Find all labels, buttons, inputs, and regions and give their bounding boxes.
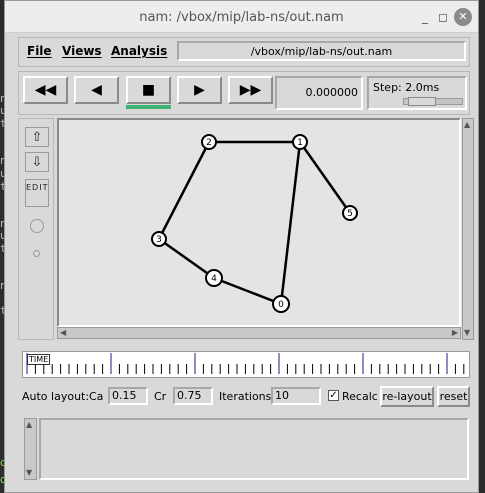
link-1-5 — [298, 141, 352, 214]
menu-file[interactable]: File — [27, 44, 52, 58]
playback-controls: ◀◀ ◀ ■ ▶ ▶▶ 0.000000 Step: 2.0ms — [18, 71, 470, 115]
auto-layout-bar: Auto layout: Ca 0.15 Cr 0.75 Iterations … — [18, 385, 470, 409]
rewind-button[interactable]: ◀◀ — [23, 76, 68, 104]
canvas-horizontal-scrollbar[interactable]: ◀ ▶ — [57, 327, 461, 339]
node-small-icon[interactable] — [33, 250, 40, 257]
auto-layout-label: Auto layout: — [22, 390, 90, 403]
minimize-button[interactable]: _ — [416, 8, 434, 26]
scroll-up-icon[interactable]: ▲ — [464, 120, 470, 130]
link-2-3 — [157, 141, 211, 240]
stop-button[interactable]: ■ — [126, 76, 171, 104]
node-label-1: 1 — [297, 138, 303, 148]
timeline-slider[interactable]: TIME — [22, 351, 470, 378]
scroll-right-icon[interactable]: ▶ — [452, 328, 458, 338]
nam-window: nam: /vbox/mip/lab-ns/out.nam _ ◻ ✕ File… — [4, 0, 479, 493]
title-bar[interactable]: nam: /vbox/mip/lab-ns/out.nam _ ◻ ✕ — [5, 1, 478, 33]
zoom-out-icon[interactable]: ⇩ — [25, 152, 49, 172]
relayout-button[interactable]: re-layout — [380, 386, 434, 407]
node-label-5: 5 — [347, 209, 353, 219]
step-label: Step: 2.0ms — [373, 81, 440, 94]
edit-button[interactable]: EDIT — [25, 179, 49, 207]
scroll-left-icon[interactable]: ◀ — [60, 328, 66, 338]
menu-views[interactable]: Views — [62, 44, 102, 58]
node-label-0: 0 — [278, 300, 284, 310]
play-button[interactable]: ▶ — [177, 76, 222, 104]
network-graph: 0 1 2 3 4 5 — [151, 134, 358, 313]
canvas-vertical-scrollbar[interactable]: ▲ ▼ — [462, 118, 474, 340]
time-display: 0.000000 — [275, 76, 363, 110]
zoom-in-icon[interactable]: ⇧ — [25, 127, 49, 147]
file-path-display: /vbox/mip/lab-ns/out.nam — [177, 41, 466, 61]
menu-bar: File Views Analysis /vbox/mip/lab-ns/out… — [18, 37, 470, 67]
link-4-0 — [213, 276, 282, 306]
stop-active-indicator — [126, 105, 171, 109]
window-title: nam: /vbox/mip/lab-ns/out.nam — [139, 10, 344, 25]
node-label-2: 2 — [206, 138, 212, 148]
tool-panel: ⇧ ⇩ EDIT — [18, 118, 54, 340]
cr-input[interactable]: 0.75 — [173, 387, 213, 405]
ca-input[interactable]: 0.15 — [108, 387, 148, 405]
step-back-button[interactable]: ◀ — [74, 76, 119, 104]
node-label-3: 3 — [156, 235, 162, 245]
annotation-scrollbar[interactable]: ▲ ▼ — [24, 418, 37, 480]
step-slider-thumb[interactable] — [408, 97, 436, 106]
recalc-label: Recalc — [342, 390, 378, 403]
timeline-ticks — [26, 353, 465, 374]
menu-analysis[interactable]: Analysis — [111, 44, 167, 58]
recalc-checkbox[interactable]: ✓ — [328, 390, 339, 401]
cr-label: Cr — [154, 390, 167, 403]
scroll-up-icon[interactable]: ▲ — [26, 420, 32, 430]
iterations-label: Iterations — [219, 390, 272, 403]
ca-label: Ca — [89, 390, 104, 403]
link-0-1 — [279, 141, 302, 305]
maximize-button[interactable]: ◻ — [434, 8, 452, 26]
network-canvas[interactable]: 0 1 2 3 4 5 — [57, 118, 461, 327]
close-button[interactable]: ✕ — [454, 8, 472, 26]
scroll-down-icon[interactable]: ▼ — [464, 328, 470, 338]
link-3-4 — [158, 237, 215, 280]
annotation-panel[interactable] — [39, 418, 469, 480]
scroll-down-icon[interactable]: ▼ — [26, 468, 32, 478]
reset-button[interactable]: reset — [437, 386, 470, 407]
step-control: Step: 2.0ms — [367, 76, 467, 110]
node-label-4: 4 — [211, 274, 217, 284]
node-large-icon[interactable] — [30, 219, 44, 233]
iterations-input[interactable]: 10 — [271, 387, 321, 405]
step-slider[interactable] — [403, 97, 463, 106]
fast-forward-button[interactable]: ▶▶ — [228, 76, 273, 104]
